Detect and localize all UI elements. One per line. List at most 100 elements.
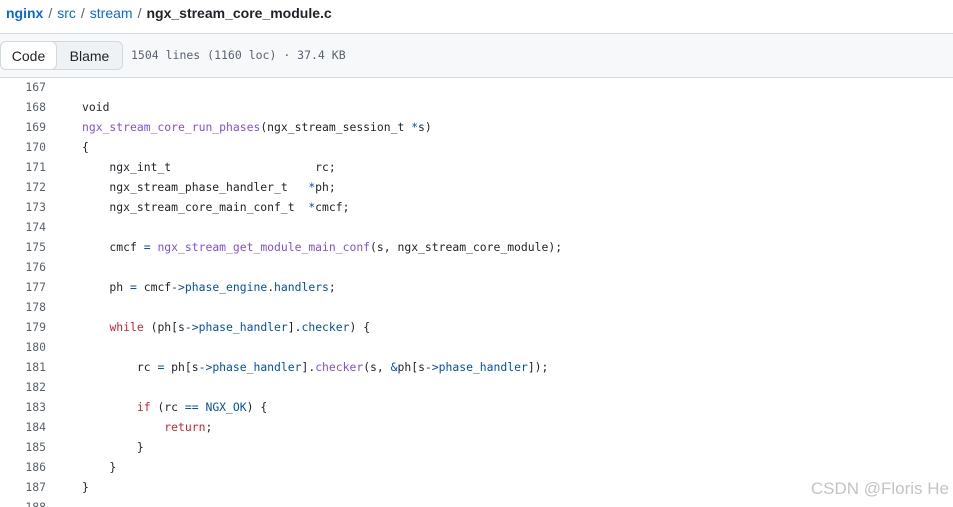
code-line: 172 ngx_stream_phase_handler_t *ph;	[0, 177, 953, 197]
line-number[interactable]: 168	[0, 100, 46, 114]
code-token: ->	[184, 320, 199, 334]
code-line-content: ngx_stream_phase_handler_t *ph;	[82, 180, 336, 194]
code-token: (ngx_stream_session_t	[260, 120, 412, 134]
code-line-content: while (ph[s->phase_handler].checker) {	[82, 320, 370, 334]
code-token: }	[82, 440, 144, 454]
line-number[interactable]: 187	[0, 480, 46, 494]
breadcrumb-current-file: ngx_stream_core_module.c	[146, 5, 332, 21]
code-line-content: {	[82, 140, 89, 154]
view-toggle: Code Blame	[0, 41, 123, 70]
code-token: checker	[301, 320, 350, 334]
code-token: ;	[205, 420, 213, 434]
line-number[interactable]: 182	[0, 380, 46, 394]
code-token: ngx_stream_core_run_phases	[82, 120, 261, 134]
code-line: 184 return;	[0, 417, 953, 437]
line-number[interactable]: 175	[0, 240, 46, 254]
code-token: ngx_stream_get_module_main_conf	[157, 240, 371, 254]
breadcrumb: nginx / src / stream / ngx_stream_core_m…	[6, 2, 332, 24]
file-meta-info: 1504 lines (1160 loc) · 37.4 KB	[131, 48, 346, 62]
breadcrumb-separator: /	[80, 5, 85, 21]
line-number[interactable]: 171	[0, 160, 46, 174]
line-number[interactable]: 188	[0, 500, 46, 507]
code-token: }	[82, 460, 117, 474]
code-token: ==	[184, 400, 199, 414]
code-line: 173 ngx_stream_core_main_conf_t *cmcf;	[0, 197, 953, 217]
code-token: ph[s	[164, 360, 199, 374]
code-line-content: ngx_stream_core_main_conf_t *cmcf;	[82, 200, 349, 214]
code-token: rc	[82, 360, 158, 374]
code-line: 176	[0, 257, 953, 277]
line-number[interactable]: 177	[0, 280, 46, 294]
code-token: ngx_int_t rc;	[82, 160, 336, 174]
line-number[interactable]: 181	[0, 360, 46, 374]
code-token: ->	[171, 280, 185, 294]
code-token: }	[82, 480, 89, 494]
code-token: checker	[315, 360, 364, 374]
code-line-content: if (rc == NGX_OK) {	[82, 400, 267, 414]
blame-tab-button[interactable]: Blame	[57, 42, 122, 69]
code-line: 169 ngx_stream_core_run_phases(ngx_stream…	[0, 117, 953, 137]
code-token: ->	[198, 360, 213, 374]
watermark: CSDN @Floris He	[810, 479, 949, 498]
line-number[interactable]: 180	[0, 340, 46, 354]
code-token: ->	[424, 360, 439, 374]
code-line: 177 ph = cmcf->phase_engine.handlers;	[0, 277, 953, 297]
code-line: 175 cmcf = ngx_stream_get_module_main_co…	[0, 237, 953, 257]
code-token: return	[164, 420, 206, 434]
code-token: cmcf;	[315, 200, 350, 214]
line-number[interactable]: 174	[0, 220, 46, 234]
code-token: ) {	[246, 400, 268, 414]
code-token: ngx_stream_core_main_conf_t	[82, 200, 309, 214]
code-token: ]);	[527, 360, 549, 374]
code-token: phase_handler	[212, 360, 302, 374]
code-line-content: ngx_stream_core_run_phases(ngx_stream_se…	[82, 120, 432, 134]
code-line: 171 ngx_int_t rc;	[0, 157, 953, 177]
code-token: (rc	[150, 400, 185, 414]
code-token: ) {	[349, 320, 371, 334]
line-number[interactable]: 179	[0, 320, 46, 334]
line-number[interactable]: 186	[0, 460, 46, 474]
line-number[interactable]: 178	[0, 300, 46, 314]
code-view: 167 168 void 169 ngx_stream_core_run_phases(…	[0, 80, 953, 507]
code-token: cmcf	[136, 280, 172, 294]
breadcrumb-separator: /	[137, 5, 142, 21]
code-line: 181 rc = ph[s->phase_handler].checker(s,…	[0, 357, 953, 377]
breadcrumb-repo-link[interactable]: nginx	[6, 5, 43, 21]
code-tab-button[interactable]: Code	[0, 41, 57, 70]
line-number[interactable]: 173	[0, 200, 46, 214]
line-number[interactable]: 167	[0, 80, 46, 94]
code-line: 182	[0, 377, 953, 397]
line-number[interactable]: 183	[0, 400, 46, 414]
code-token: ].	[287, 320, 302, 334]
code-token: if	[136, 400, 151, 414]
code-token: ngx_stream_phase_handler_t	[82, 180, 309, 194]
line-number[interactable]: 176	[0, 260, 46, 274]
code-token: phase_handler	[198, 320, 288, 334]
code-token: handlers	[274, 280, 329, 294]
code-token: ph;	[315, 180, 336, 194]
code-line-content: ph = cmcf->phase_engine.handlers;	[82, 280, 335, 294]
line-number[interactable]: 185	[0, 440, 46, 454]
breadcrumb-src-link[interactable]: src	[57, 5, 76, 21]
code-line-content: }	[82, 480, 89, 494]
line-number[interactable]: 184	[0, 420, 46, 434]
code-line: 167	[0, 80, 953, 97]
code-line-content: ngx_int_t rc;	[82, 160, 336, 174]
code-line-content: }	[82, 460, 116, 474]
code-token: ].	[301, 360, 316, 374]
file-header: Code Blame 1504 lines (1160 loc) · 37.4 …	[0, 33, 953, 78]
code-token: void	[82, 100, 110, 114]
breadcrumb-separator: /	[48, 5, 53, 21]
breadcrumb-stream-link[interactable]: stream	[90, 5, 133, 21]
code-line: 168 void	[0, 97, 953, 117]
line-number[interactable]: 170	[0, 140, 46, 154]
line-number[interactable]: 172	[0, 180, 46, 194]
code-line: 186 }	[0, 457, 953, 477]
line-number[interactable]: 169	[0, 120, 46, 134]
code-line-content: void	[82, 100, 109, 114]
code-token: cmcf	[82, 240, 144, 254]
code-token: =	[143, 240, 151, 254]
